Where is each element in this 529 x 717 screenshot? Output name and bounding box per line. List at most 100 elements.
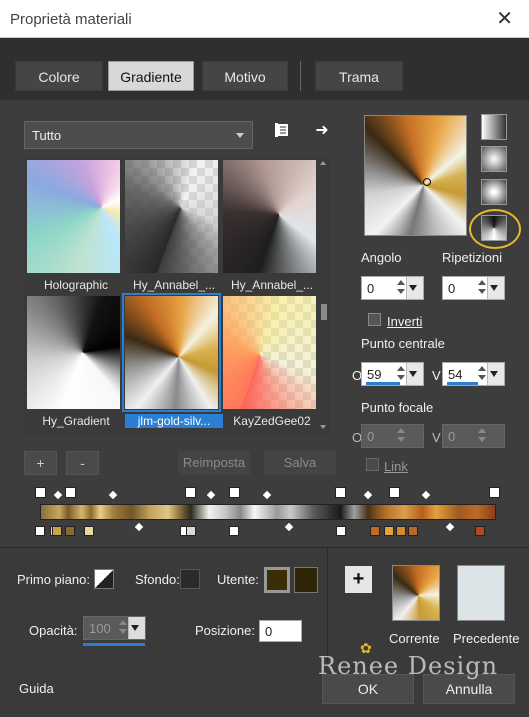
current-swatch[interactable] <box>392 565 440 621</box>
previous-swatch[interactable] <box>457 565 505 621</box>
color-stop-marker[interactable] <box>475 526 485 536</box>
spin-arrows[interactable] <box>393 425 423 447</box>
gradient-gallery: Holographic Hy_Annabel_... Hy_Annabel_..… <box>24 155 330 435</box>
focal-h-value: 0 <box>367 429 375 444</box>
center-point-handle[interactable] <box>423 178 431 186</box>
gradient-overlay <box>125 296 218 409</box>
transparency-stop-marker[interactable] <box>65 487 76 498</box>
save-button[interactable]: Salva <box>264 451 336 475</box>
butterfly-icon: ✿ <box>360 640 372 656</box>
user-label: Utente: <box>217 572 259 587</box>
tab-gradiente[interactable]: Gradiente <box>108 61 194 91</box>
gradient-name: Holographic <box>43 278 109 292</box>
angle-input[interactable]: 0 <box>361 276 424 300</box>
scroll-down-icon[interactable] <box>320 425 326 429</box>
center-v-slider[interactable] <box>447 382 478 385</box>
gradient-name: Hy_Annabel_... <box>230 278 314 292</box>
spin-arrows[interactable] <box>474 425 504 447</box>
library-icon[interactable] <box>271 122 293 144</box>
color-stop-marker[interactable] <box>186 526 196 536</box>
opacity-slider[interactable] <box>83 643 145 646</box>
color-stop-marker[interactable] <box>229 526 239 536</box>
gradient-swatch <box>27 296 120 409</box>
color-stop-marker[interactable] <box>35 526 45 536</box>
gradient-thumb-hy-annabel-1[interactable]: Hy_Annabel_... <box>125 160 218 292</box>
spin-arrows[interactable] <box>393 277 423 299</box>
transparency-stop-marker[interactable] <box>335 487 346 498</box>
user-swatch-primary[interactable] <box>264 567 290 593</box>
help-link[interactable]: Guida <box>19 681 54 696</box>
color-stop-marker[interactable] <box>84 526 94 536</box>
reset-button[interactable]: Reimposta <box>178 451 250 475</box>
spin-arrows[interactable] <box>474 277 504 299</box>
gradient-thumb-hy-annabel-2[interactable]: Hy_Annabel_... <box>223 160 316 292</box>
position-input[interactable]: 0 <box>259 620 302 642</box>
gallery-scrollbar[interactable] <box>319 159 328 431</box>
gradient-swatch <box>27 160 120 273</box>
arrow-right-icon[interactable]: ➜ <box>311 120 333 142</box>
focal-h-input[interactable]: 0 <box>361 424 424 448</box>
focal-v-value: 0 <box>448 429 456 444</box>
gradient-thumb-kayzedgee02[interactable]: KayZedGee02 <box>223 296 316 428</box>
opacity-label: Opacità: <box>29 623 78 638</box>
highlight-circle <box>469 209 521 249</box>
gradient-thumb-jlm-gold-silver[interactable]: jlm-gold-silv... <box>122 293 223 428</box>
add-gradient-button[interactable]: + <box>24 451 57 475</box>
transparency-stop-marker[interactable] <box>35 487 46 498</box>
opacity-input[interactable]: 100 <box>83 616 146 640</box>
linear-style-icon[interactable] <box>481 114 507 140</box>
transparency-stop-marker[interactable] <box>489 487 500 498</box>
spin-arrows[interactable] <box>474 363 504 385</box>
color-stop-marker[interactable] <box>336 526 346 536</box>
tab-bar: Colore Gradiente Motivo Trama <box>0 38 529 100</box>
background-label: Sfondo: <box>135 572 180 587</box>
gradient-name: KayZedGee02 <box>233 414 311 428</box>
center-point-label: Punto centrale <box>361 336 445 351</box>
tab-colore[interactable]: Colore <box>15 61 103 91</box>
add-to-swatches-button[interactable]: + <box>345 566 372 593</box>
gradient-name: Hy_Annabel_... <box>132 278 216 292</box>
ok-label: OK <box>357 681 379 697</box>
position-label: Posizione: <box>195 623 255 638</box>
center-h-slider[interactable] <box>366 382 400 385</box>
current-label: Corrente <box>389 631 440 646</box>
repeat-input[interactable]: 0 <box>442 276 505 300</box>
background-swatch[interactable] <box>180 569 200 589</box>
invert-checkbox[interactable] <box>368 313 381 326</box>
tab-motivo[interactable]: Motivo <box>202 61 288 91</box>
center-v-value: 54 <box>448 367 463 382</box>
close-icon[interactable]: ✕ <box>496 9 513 29</box>
color-stop-marker[interactable] <box>396 526 406 536</box>
scroll-up-icon[interactable] <box>320 161 326 165</box>
color-stop-marker[interactable] <box>370 526 380 536</box>
rectangular-style-icon[interactable] <box>481 146 507 172</box>
foreground-label: Primo piano: <box>17 572 90 587</box>
transparency-stop-marker[interactable] <box>389 487 400 498</box>
transparency-stop-marker[interactable] <box>185 487 196 498</box>
focal-v-input[interactable]: 0 <box>442 424 505 448</box>
gradient-thumb-hy-gradient[interactable]: Hy_Gradient <box>27 296 120 428</box>
category-value: Tutto <box>32 128 62 143</box>
opacity-value: 100 <box>89 621 111 636</box>
tab-trama[interactable]: Trama <box>315 61 403 91</box>
gradient-thumb-holographic[interactable]: Holographic <box>27 160 120 292</box>
link-checkbox[interactable] <box>366 458 379 471</box>
center-v-label: V <box>432 368 441 383</box>
repeat-value: 0 <box>448 281 456 296</box>
invert-label: Inverti <box>387 314 423 329</box>
category-dropdown[interactable]: Tutto <box>24 121 253 149</box>
color-stop-marker[interactable] <box>52 526 62 536</box>
remove-gradient-button[interactable]: - <box>66 451 99 475</box>
spin-arrows[interactable] <box>115 617 145 639</box>
color-stop-marker[interactable] <box>65 526 75 536</box>
focal-v-label: V <box>432 430 441 445</box>
gradient-bar[interactable] <box>40 504 496 520</box>
scrollbar-thumb[interactable] <box>321 304 327 320</box>
color-stop-marker[interactable] <box>384 526 394 536</box>
transparency-stop-marker[interactable] <box>229 487 240 498</box>
foreground-swatch[interactable] <box>94 569 114 589</box>
radial-style-icon[interactable] <box>481 179 507 205</box>
user-swatch-secondary[interactable] <box>294 567 318 593</box>
color-stop-marker[interactable] <box>408 526 418 536</box>
gradient-preview[interactable] <box>364 115 467 236</box>
